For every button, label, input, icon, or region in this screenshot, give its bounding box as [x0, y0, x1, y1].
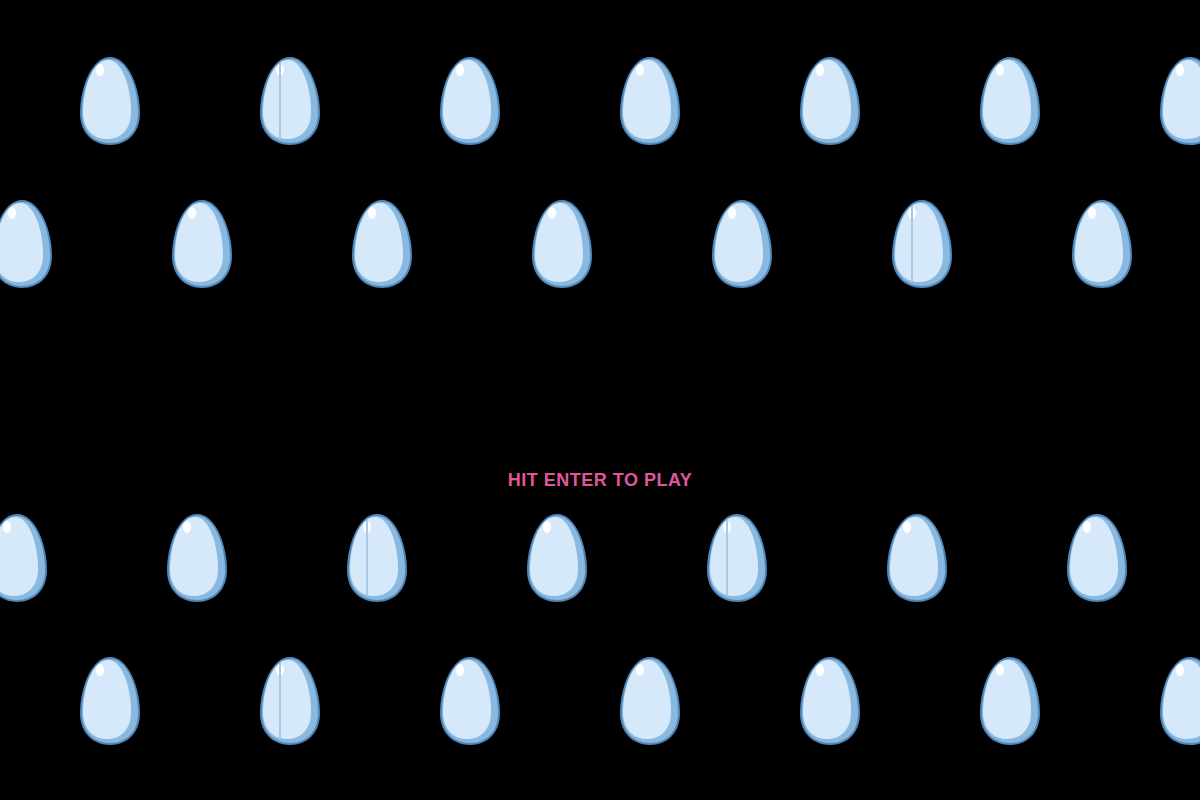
egg-icon	[164, 512, 230, 604]
title-screen: HIT ENTER TO PLAY	[0, 0, 1200, 800]
start-prompt: HIT ENTER TO PLAY	[508, 470, 693, 490]
egg-icon	[77, 655, 143, 747]
egg-icon	[349, 198, 415, 290]
egg-icon	[797, 55, 863, 147]
egg-icon	[437, 55, 503, 147]
egg-icon	[977, 655, 1043, 747]
egg-icon	[889, 198, 955, 290]
egg-icon	[1069, 198, 1135, 290]
egg-row	[77, 655, 1200, 747]
egg-icon	[1157, 655, 1200, 747]
egg-row	[77, 55, 1200, 147]
egg-icon	[884, 512, 950, 604]
egg-icon	[437, 655, 503, 747]
egg-row	[0, 198, 1200, 290]
egg-icon	[77, 55, 143, 147]
egg-icon	[977, 55, 1043, 147]
egg-row	[0, 512, 1200, 604]
egg-icon	[0, 512, 50, 604]
egg-icon	[529, 198, 595, 290]
egg-icon	[617, 55, 683, 147]
egg-icon	[1157, 55, 1200, 147]
egg-icon	[257, 55, 323, 147]
egg-icon	[257, 655, 323, 747]
egg-icon	[0, 198, 55, 290]
egg-icon	[524, 512, 590, 604]
egg-icon	[169, 198, 235, 290]
egg-icon	[709, 198, 775, 290]
egg-icon	[797, 655, 863, 747]
egg-icon	[704, 512, 770, 604]
egg-icon	[617, 655, 683, 747]
egg-icon	[1064, 512, 1130, 604]
egg-icon	[344, 512, 410, 604]
prompt-area: HIT ENTER TO PLAY	[0, 290, 1200, 512]
